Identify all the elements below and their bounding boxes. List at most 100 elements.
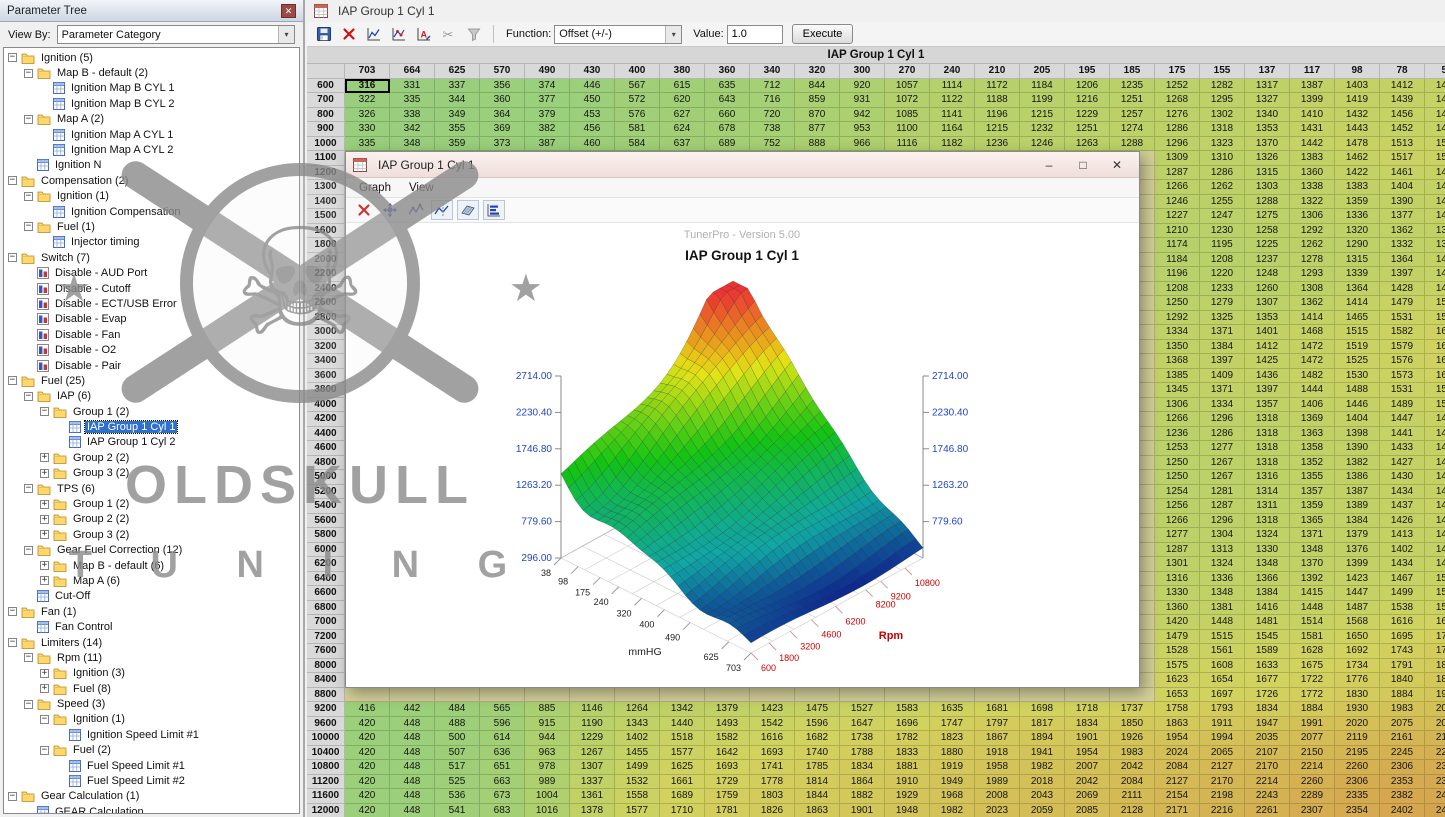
table-cell[interactable]: 377 [525, 93, 570, 108]
table-cell[interactable]: 1738 [840, 731, 885, 746]
table-cell[interactable]: 1250 [1155, 456, 1200, 471]
table-cell[interactable]: 1342 [660, 702, 705, 717]
table-cell[interactable]: 1930 [1335, 702, 1380, 717]
table-cell[interactable]: 1236 [1155, 427, 1200, 442]
table-cell[interactable]: 338 [390, 108, 435, 123]
table-cell[interactable]: 1515 [1200, 630, 1245, 645]
tree-item[interactable]: −Map B - default (2) [4, 65, 299, 80]
table-cell[interactable]: 1863 [1155, 717, 1200, 732]
row-header[interactable]: 1600 [307, 224, 345, 239]
cut-icon[interactable]: ✂ [438, 24, 460, 44]
row-header[interactable]: 4800 [307, 456, 345, 471]
table-cell[interactable]: 1324 [1245, 528, 1290, 543]
table-cell[interactable]: 1726 [1245, 688, 1290, 703]
table-cell[interactable]: 1785 [795, 760, 840, 775]
table-cell[interactable]: 1250 [1155, 296, 1200, 311]
table-cell[interactable]: 1468 [1425, 456, 1445, 471]
table-cell[interactable]: 2127 [1155, 775, 1200, 790]
table-cell[interactable]: 1352 [1290, 456, 1335, 471]
table-cell[interactable]: 2084 [1155, 760, 1200, 775]
table-cell[interactable]: 1072 [885, 93, 930, 108]
graph-window-titlebar[interactable]: IAP Group 1 Cyl 1 – □ ✕ [346, 152, 1139, 178]
table-cell[interactable]: 1266 [1155, 514, 1200, 529]
table-cell[interactable]: 1317 [1245, 79, 1290, 94]
table-cell[interactable]: 1433 [1380, 441, 1425, 456]
table-cell[interactable]: 1237 [1245, 253, 1290, 268]
table-cell[interactable]: 1647 [840, 717, 885, 732]
table-cell[interactable]: 1308 [1290, 282, 1335, 297]
table-cell[interactable]: 2111 [1110, 789, 1155, 804]
table-cell[interactable]: 1892 [1425, 673, 1445, 688]
table-cell[interactable]: 1817 [1020, 717, 1065, 732]
table-cell[interactable]: 1788 [840, 746, 885, 761]
table-cell[interactable]: 1416 [1245, 601, 1290, 616]
table-cell[interactable]: 920 [840, 79, 885, 94]
col-header[interactable]: 98 [1335, 64, 1380, 79]
expand-icon[interactable]: + [40, 576, 49, 585]
table-cell[interactable]: 1479 [1155, 630, 1200, 645]
table-cell[interactable]: 683 [480, 804, 525, 817]
table-cell[interactable]: 2020 [1335, 717, 1380, 732]
table-cell[interactable]: 2245 [1380, 746, 1425, 761]
table-cell[interactable]: 1910 [885, 775, 930, 790]
table-cell[interactable]: 387 [525, 137, 570, 152]
table-cell[interactable]: 2354 [1335, 804, 1380, 817]
table-cell[interactable]: 2214 [1245, 775, 1290, 790]
table-cell[interactable]: 1257 [1110, 108, 1155, 123]
table-cell[interactable]: 1941 [1020, 746, 1065, 761]
table-cell[interactable]: 2406 [1425, 789, 1445, 804]
col-header[interactable]: 625 [435, 64, 480, 79]
collapse-icon[interactable]: − [24, 392, 33, 401]
table-cell[interactable]: 1100 [885, 122, 930, 137]
table-cell[interactable]: 1316 [1155, 572, 1200, 587]
table-cell[interactable]: 2426 [1425, 804, 1445, 817]
tree-item[interactable]: Ignition Map A CYL 2 [4, 142, 299, 157]
table-cell[interactable]: 1518 [660, 731, 705, 746]
table-cell[interactable]: 1362 [1290, 296, 1335, 311]
tree-item[interactable]: Ignition N [4, 158, 299, 173]
table-cell[interactable]: 1958 [975, 760, 1020, 775]
table-cell[interactable]: 1747 [1425, 630, 1445, 645]
table-cell[interactable]: 1392 [1290, 572, 1335, 587]
tree-item[interactable]: +Map B - default (6) [4, 558, 299, 573]
row-header[interactable]: 3400 [307, 354, 345, 369]
pan-icon[interactable] [379, 200, 401, 220]
table-cell[interactable]: 1359 [1335, 195, 1380, 210]
filter-icon[interactable] [463, 24, 485, 44]
table-cell[interactable]: 1697 [1200, 688, 1245, 703]
table-cell[interactable]: 1410 [1290, 108, 1335, 123]
table-cell[interactable]: 342 [390, 122, 435, 137]
table-cell[interactable]: 1286 [1155, 122, 1200, 137]
table-cell[interactable]: 2243 [1245, 789, 1290, 804]
table-cell[interactable]: 2353 [1380, 775, 1425, 790]
table-cell[interactable]: 1782 [885, 731, 930, 746]
table-cell[interactable]: 1589 [1245, 644, 1290, 659]
col-header[interactable]: 137 [1245, 64, 1290, 79]
table-cell[interactable]: 1419 [1335, 93, 1380, 108]
table-cell[interactable]: 1369 [1290, 412, 1335, 427]
table-cell[interactable]: 1256 [1155, 499, 1200, 514]
table-cell[interactable]: 536 [435, 789, 480, 804]
table-cell[interactable]: 1338 [1290, 180, 1335, 195]
table-cell[interactable]: 637 [660, 137, 705, 152]
table-cell[interactable] [975, 688, 1020, 703]
table-cell[interactable]: 373 [480, 137, 525, 152]
table-cell[interactable]: 1358 [1290, 441, 1335, 456]
table-cell[interactable]: 2216 [1200, 804, 1245, 817]
table-cell[interactable]: 1759 [705, 789, 750, 804]
table-cell[interactable]: 1334 [1200, 398, 1245, 413]
tree-item[interactable]: −Fan (1) [4, 604, 299, 619]
tree-item[interactable]: +Map A (6) [4, 573, 299, 588]
bars-icon[interactable] [483, 200, 505, 220]
tree-item[interactable]: −Ignition (5) [4, 50, 299, 65]
table-cell[interactable]: 1278 [1290, 253, 1335, 268]
table-cell[interactable]: 316 [345, 79, 390, 94]
table-cell[interactable]: 2214 [1290, 760, 1335, 775]
collapse-icon[interactable]: − [40, 407, 49, 416]
table-cell[interactable]: 2018 [1020, 775, 1065, 790]
row-header[interactable]: 6200 [307, 557, 345, 572]
table-cell[interactable] [795, 688, 840, 703]
table-cell[interactable]: 1692 [1335, 644, 1380, 659]
row-header[interactable]: 6400 [307, 572, 345, 587]
tree-item[interactable]: Disable - Cutoff [4, 281, 299, 296]
